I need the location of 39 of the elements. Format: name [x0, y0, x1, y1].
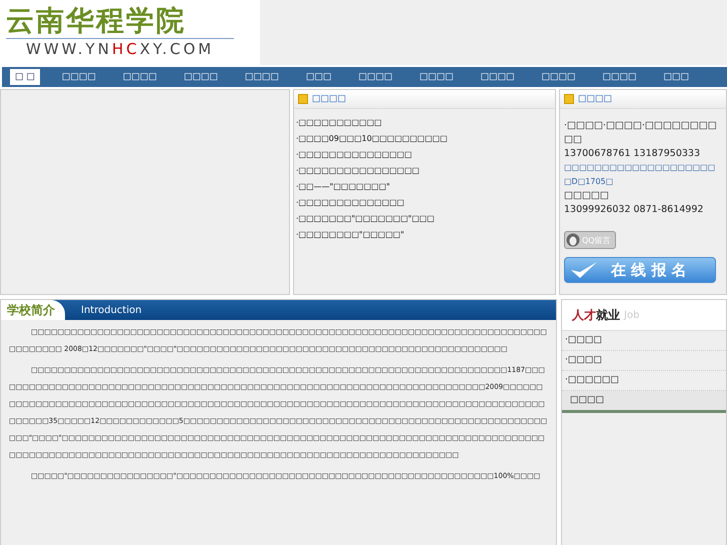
news-link[interactable]: ·□□□□□□□□"□□□□□": [296, 229, 555, 240]
nav-item[interactable]: □□□□: [240, 69, 284, 85]
nav-item[interactable]: □□□□: [475, 69, 520, 85]
nav-item[interactable]: □□□: [300, 69, 336, 85]
news-link[interactable]: ·□□□□□□□□□□□□□□□: [296, 149, 555, 160]
news-link[interactable]: ·□□□□□□□□□□□□□□: [296, 197, 555, 208]
news-link[interactable]: ·□□□□09□□□10□□□□□□□□□□: [296, 133, 555, 144]
nav-item[interactable]: □□□□: [598, 69, 642, 85]
section-title: 学校简介: [1, 300, 65, 320]
panel-title: □□□□: [578, 94, 612, 104]
nav-item[interactable]: □□□□: [118, 69, 162, 85]
nav-item[interactable]: □□□□: [353, 69, 398, 85]
logo-title: 云南华程学院: [6, 4, 234, 39]
check-icon: [569, 260, 599, 280]
jobs-item[interactable]: ·□□□□: [562, 351, 726, 371]
nav-item[interactable]: □□□: [658, 69, 694, 85]
jobs-item[interactable]: ·□□□□: [562, 331, 726, 351]
contact-text: □□□□□: [564, 189, 610, 203]
nav-item[interactable]: □□□□: [56, 69, 101, 85]
news-link[interactable]: ·□□□□□□□□□□□□□□□□: [296, 165, 555, 176]
nav-item[interactable]: □ □: [10, 69, 40, 85]
news-link[interactable]: ·□□□□□□□□□□□: [296, 117, 555, 128]
nav-item[interactable]: □□□□: [536, 69, 581, 85]
jobs-item[interactable]: □□□□: [562, 391, 726, 413]
section-subtitle: Introduction: [81, 304, 142, 316]
nav-item[interactable]: □□□□: [178, 69, 223, 85]
contact-text: 13700678761 13187950333: [564, 147, 701, 161]
jobs-title: 人才: [572, 306, 596, 324]
contact-text: ·□□□□·□□□□·□□□□□□□□□□: [564, 119, 718, 147]
address-link[interactable]: □□□□□□□□□□□□□□□□□□□□□D□1705□: [564, 161, 722, 189]
jobs-title: 就业: [596, 306, 620, 324]
bullet-icon: [298, 94, 308, 104]
news-link[interactable]: ·□□——"□□□□□□□": [296, 181, 555, 192]
logo-url: WWW.YN HC XY.COM: [25, 39, 216, 59]
bullet-icon: [564, 94, 574, 104]
nav-item[interactable]: □□□□: [414, 69, 458, 85]
contact-text: 13099926032 0871-8614992: [564, 203, 704, 217]
panel-title: □□□□: [312, 94, 346, 104]
news-link[interactable]: ·□□□□□□□"□□□□□□□"□□□: [296, 213, 555, 224]
